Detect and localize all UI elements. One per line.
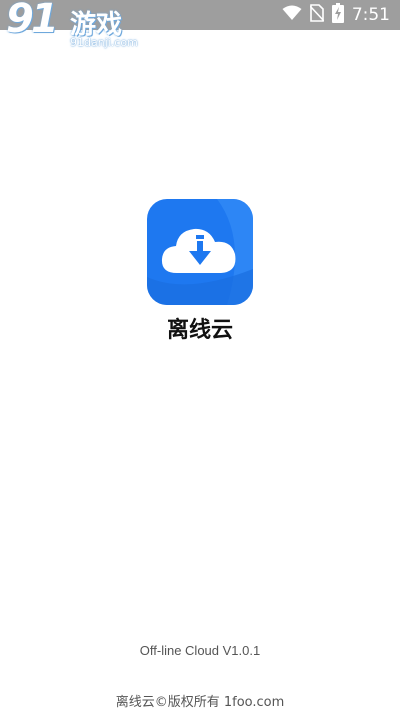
watermark-logo: 91 游戏 91danji.com (4, 0, 144, 52)
wifi-icon (282, 5, 302, 25)
no-sim-icon (309, 4, 325, 26)
battery-charging-icon (331, 3, 344, 27)
watermark-number: 91 (6, 0, 59, 42)
status-time: 7:51 (351, 5, 390, 25)
cloud-download-icon (147, 199, 253, 305)
copyright-text: 离线云©版权所有 1foo.com (115, 695, 285, 710)
status-icons: 7:51 (282, 0, 390, 30)
app-title: 离线云 (166, 318, 233, 343)
version-text: Off-line Cloud V1.0.1 (139, 643, 261, 658)
watermark-url: 91danji.com (70, 36, 138, 49)
